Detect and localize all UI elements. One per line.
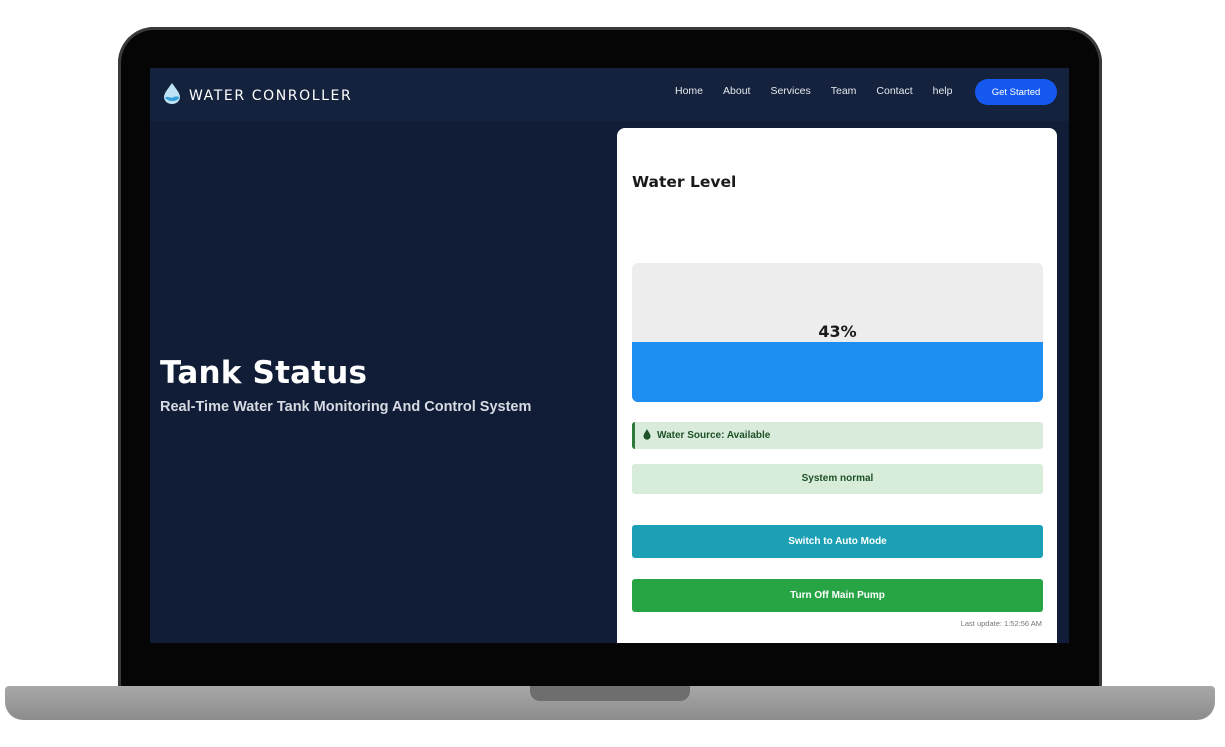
brand[interactable]: WATER CONROLLER <box>162 82 352 109</box>
hero-subtitle: Real-Time Water Tank Monitoring And Cont… <box>160 399 532 415</box>
switch-auto-mode-button[interactable]: Switch to Auto Mode <box>632 525 1043 558</box>
nav-help[interactable]: help <box>933 85 953 97</box>
water-drop-logo-icon <box>162 82 182 109</box>
water-source-text: Water Source: Available <box>657 430 771 441</box>
nav-services[interactable]: Services <box>770 85 810 97</box>
hero-title: Tank Status <box>160 355 368 391</box>
water-level-percent: 43% <box>818 322 857 341</box>
nav-about[interactable]: About <box>723 85 750 97</box>
nav-home[interactable]: Home <box>675 85 703 97</box>
water-level-card: Water Level 43% Water Source: Available … <box>617 128 1057 643</box>
get-started-button[interactable]: Get Started <box>975 79 1057 105</box>
brand-name: WATER CONROLLER <box>189 87 353 104</box>
app-screen: WATER CONROLLER Home About Services Team… <box>150 68 1069 643</box>
turn-off-pump-button[interactable]: Turn Off Main Pump <box>632 579 1043 612</box>
water-source-status: Water Source: Available <box>632 422 1043 449</box>
water-level-fill <box>632 342 1043 402</box>
water-drop-icon <box>643 427 651 445</box>
system-status-badge: System normal <box>632 464 1043 494</box>
water-level-gauge: 43% <box>632 263 1043 402</box>
nav-team[interactable]: Team <box>831 85 857 97</box>
last-update-timestamp: Last update: 1:52:56 AM <box>960 619 1042 628</box>
nav-links: Home About Services Team Contact help <box>675 85 972 97</box>
nav-contact[interactable]: Contact <box>876 85 912 97</box>
navbar: WATER CONROLLER Home About Services Team… <box>150 68 1069 121</box>
card-title: Water Level <box>632 173 737 191</box>
laptop-notch <box>530 686 690 701</box>
